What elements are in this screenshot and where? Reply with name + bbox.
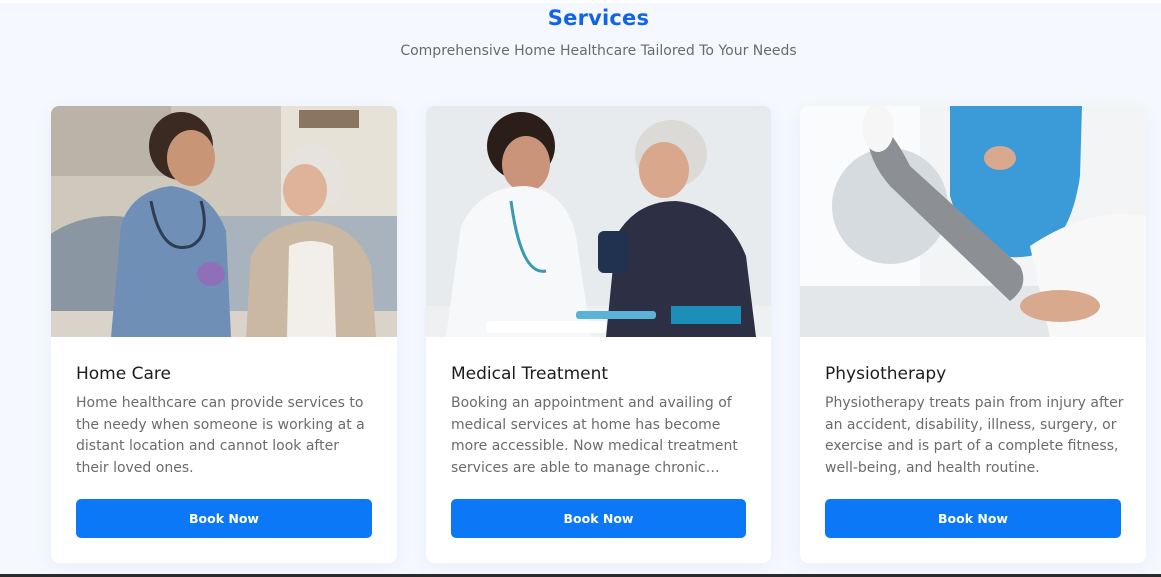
top-strip <box>0 0 1161 3</box>
card-title: Home Care <box>76 364 171 384</box>
physiotherapy-image <box>800 106 1146 337</box>
medical-treatment-image <box>426 106 771 337</box>
card-description: Physiotherapy treats pain from injury af… <box>825 395 1124 476</box>
home-care-illustration <box>51 106 397 337</box>
home-care-image <box>51 106 397 337</box>
card-title: Medical Treatment <box>451 364 609 384</box>
card-description: Booking an appointment and availing of m… <box>451 395 738 476</box>
service-card-home-care: Home Care Home healthcare can provide se… <box>51 106 397 563</box>
service-card-physiotherapy: Physiotherapy Physiotherapy treats pain … <box>800 106 1146 563</box>
section-title: Services <box>547 6 650 30</box>
book-now-button-physiotherapy[interactable]: Book Now <box>825 499 1121 538</box>
card-description: Home healthcare can provide services to … <box>76 395 365 476</box>
book-now-button-medical-treatment[interactable]: Book Now <box>451 499 746 538</box>
service-card-medical-treatment: Medical Treatment Booking an appointment… <box>426 106 771 563</box>
book-now-button-home-care[interactable]: Book Now <box>76 499 372 538</box>
card-title: Physiotherapy <box>825 364 947 384</box>
section-subtitle: Comprehensive Home Healthcare Tailored T… <box>400 43 797 59</box>
medical-treatment-illustration <box>426 106 771 337</box>
physiotherapy-illustration <box>800 106 1146 337</box>
